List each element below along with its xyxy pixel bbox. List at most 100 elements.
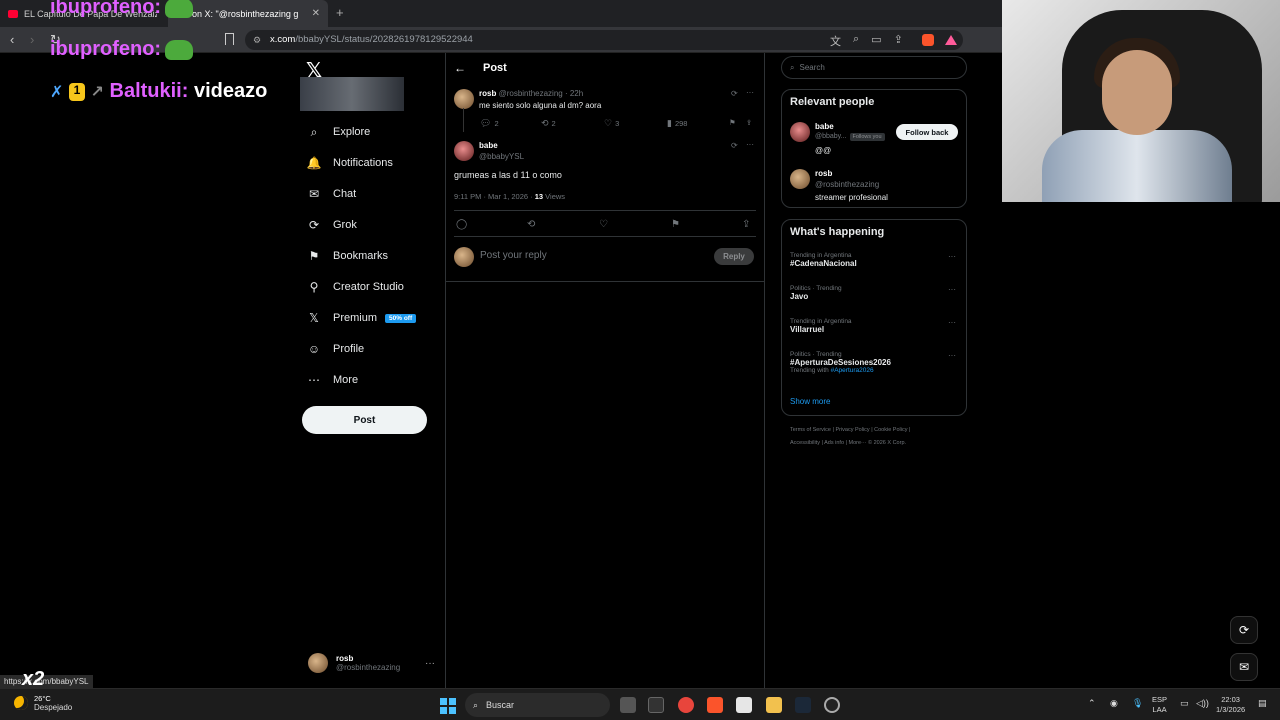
bookmark-icon[interactable]: [225, 33, 234, 45]
messages-fab-icon[interactable]: ✉: [1230, 653, 1258, 681]
bell-icon: 🔔: [306, 156, 322, 170]
tweet-author-handle[interactable]: @bbabyYSL: [479, 152, 524, 161]
folder-icon[interactable]: [766, 697, 782, 713]
search-input[interactable]: ⌕ Search: [781, 56, 967, 79]
grok-fab-icon[interactable]: ⟳: [1230, 616, 1258, 644]
trend-more-icon[interactable]: ···: [948, 318, 956, 327]
trend-more-icon[interactable]: ···: [948, 285, 956, 294]
views-action[interactable]: ▮ 298: [667, 118, 687, 129]
repost-icon[interactable]: ⟲: [527, 219, 535, 230]
profile-icon: ☺: [307, 342, 321, 356]
reply-button[interactable]: Reply: [714, 248, 754, 265]
footer-links[interactable]: Terms of Service | Privacy Policy | Cook…: [790, 427, 910, 433]
x-logo-icon[interactable]: 𝕏: [306, 58, 322, 83]
repost-action[interactable]: ⟲ 2: [541, 118, 556, 129]
follow-back-button[interactable]: Follow back: [896, 124, 958, 140]
trend-item[interactable]: Politics · Trending #AperturaDeSesiones2…: [790, 351, 891, 374]
brave-icon[interactable]: [707, 697, 723, 713]
tweet-more-icon[interactable]: ···: [746, 88, 754, 97]
trend-item[interactable]: Politics · Trending Javo: [790, 285, 842, 301]
avatar[interactable]: [790, 122, 810, 142]
tray-chevron-icon[interactable]: ⌃: [1088, 698, 1096, 708]
obs-icon[interactable]: [824, 697, 840, 713]
chrome-icon[interactable]: [678, 697, 694, 713]
share-icon[interactable]: ⇪: [894, 33, 903, 49]
zoom-icon[interactable]: ⌕: [853, 33, 859, 49]
tweet-meta: 9:11 PM · Mar 1, 2026 · 13 Views: [454, 192, 566, 201]
brave-rewards-icon[interactable]: [945, 35, 957, 45]
nav-premium[interactable]: 𝕏 Premium 50% off: [307, 311, 417, 325]
epic-games-icon[interactable]: [648, 697, 664, 713]
post-button[interactable]: Post: [302, 406, 427, 434]
trend-more-icon[interactable]: ···: [948, 351, 956, 360]
clock[interactable]: 22:03 1/3/2026: [1216, 695, 1245, 715]
reply-icon[interactable]: ◯: [456, 219, 467, 230]
account-switcher[interactable]: rosb @rosbinthezazing: [308, 653, 400, 673]
nav-chat[interactable]: ✉ Chat: [307, 187, 356, 201]
forward-icon[interactable]: ›: [30, 32, 34, 47]
nav-bookmarks[interactable]: ⚑ Bookmarks: [307, 249, 388, 263]
weather-widget[interactable]: 26°C Despejado: [14, 694, 72, 712]
mic-icon[interactable]: 🎙︎: [1132, 698, 1143, 708]
nav-more[interactable]: ⋯ More: [307, 373, 358, 387]
reply-action[interactable]: 💬︎ 2: [480, 118, 499, 129]
translate-icon[interactable]: 文: [830, 33, 841, 49]
card-title: What's happening: [790, 226, 885, 238]
bookmark-icon[interactable]: ⚑: [671, 219, 680, 230]
grok-icon[interactable]: ⟳: [731, 141, 738, 150]
avatar[interactable]: [454, 141, 474, 161]
creator-icon: ⚲: [309, 280, 319, 294]
network-icon[interactable]: ▭: [1180, 698, 1189, 708]
store-icon[interactable]: [736, 697, 752, 713]
steam-icon[interactable]: [795, 697, 811, 713]
nav-creator-studio[interactable]: ⚲ Creator Studio: [307, 280, 404, 294]
tab-title: on X: "@rosbinthezazing g: [192, 8, 299, 19]
share-icon[interactable]: ⇪: [746, 118, 752, 127]
tweet-author[interactable]: rosb @rosbinthezazing · 22h: [479, 89, 583, 98]
account-handle: @rosbinthezazing: [336, 663, 401, 672]
share-icon[interactable]: ⇪: [742, 219, 750, 230]
account-more-icon[interactable]: ···: [425, 658, 435, 669]
back-icon[interactable]: ‹: [10, 32, 14, 47]
trend-item[interactable]: Trending in Argentina #CadenaNacional: [790, 252, 857, 268]
notifications-icon[interactable]: ▤: [1258, 698, 1267, 708]
pepe-emote-icon: [165, 0, 194, 18]
discord-icon[interactable]: ◉: [1110, 698, 1118, 708]
tweet-more-icon[interactable]: ···: [746, 140, 754, 149]
start-button[interactable]: [440, 698, 456, 714]
nav-notifications[interactable]: 🔔 Notifications: [307, 156, 393, 170]
task-view-icon[interactable]: [620, 697, 636, 713]
nav-grok[interactable]: ⟳ Grok: [307, 218, 357, 232]
avatar: [308, 653, 328, 673]
search-icon: ⌕: [790, 62, 795, 72]
trend-more-icon[interactable]: ···: [948, 252, 956, 261]
footer-links[interactable]: Accessibility | Ads info | More··· © 202…: [790, 440, 906, 446]
close-tab-icon[interactable]: ✕: [312, 8, 320, 19]
more-circle-icon: ⋯: [308, 373, 320, 387]
brave-shields-icon[interactable]: [922, 34, 934, 46]
trend-item[interactable]: Trending in Argentina Villarruel: [790, 318, 852, 334]
new-tab-button[interactable]: +: [336, 5, 344, 20]
show-more-link[interactable]: Show more: [790, 397, 830, 406]
nav-profile[interactable]: ☺ Profile: [307, 342, 364, 356]
language-indicator[interactable]: ESP LAA: [1152, 695, 1167, 715]
avatar[interactable]: [790, 169, 810, 189]
bookmark-icon[interactable]: ⚑: [729, 118, 736, 127]
like-action[interactable]: ♡ 3: [604, 118, 619, 129]
back-arrow-icon[interactable]: ←: [454, 61, 466, 75]
pepe-emote-icon: [165, 39, 194, 60]
views-icon: ▮: [667, 118, 672, 128]
heart-icon[interactable]: ♡: [599, 219, 608, 230]
site-settings-icon[interactable]: ⚙: [253, 35, 263, 45]
grok-icon[interactable]: ⟳: [731, 89, 738, 98]
person-name[interactable]: babe: [815, 122, 834, 131]
volume-icon[interactable]: ◁)): [1196, 698, 1209, 708]
reply-input[interactable]: Post your reply: [480, 250, 547, 261]
taskbar: 26°C Despejado ⌕ Buscar ⌃ ◉ 🎙︎ ESP LAA ▭ ◁…: [0, 688, 1280, 720]
person-name[interactable]: rosb: [815, 169, 832, 178]
nav-explore[interactable]: ⌕ Explore: [307, 125, 371, 139]
taskbar-search[interactable]: ⌕ Buscar: [465, 693, 610, 717]
tweet-author-name[interactable]: babe: [479, 141, 498, 150]
cast-icon[interactable]: ▭: [871, 33, 881, 49]
avatar[interactable]: [454, 89, 474, 109]
